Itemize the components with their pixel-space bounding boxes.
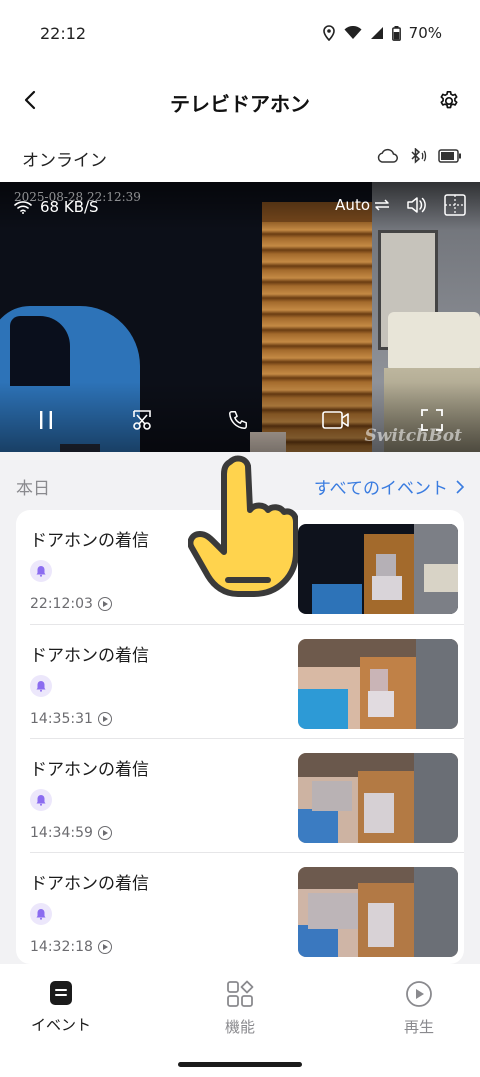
device-status-row: オンライン bbox=[0, 132, 480, 182]
app-bar: テレビドアホン bbox=[0, 70, 480, 132]
device-battery-icon bbox=[438, 149, 461, 163]
home-indicator[interactable] bbox=[178, 1062, 302, 1067]
call-button[interactable] bbox=[222, 404, 254, 436]
today-label: 本日 bbox=[16, 479, 50, 499]
bell-icon bbox=[36, 795, 46, 806]
event-badge bbox=[30, 903, 52, 925]
speaker-icon[interactable] bbox=[406, 195, 428, 215]
features-icon bbox=[227, 980, 254, 1007]
event-badge bbox=[30, 675, 52, 697]
event-time: 22:12:03 bbox=[30, 596, 112, 612]
event-title: ドアホンの着信 bbox=[30, 531, 149, 551]
gear-icon bbox=[440, 91, 458, 109]
speed-value: 68 KB/S bbox=[40, 198, 99, 216]
list-item[interactable]: ドアホンの着信 14:32:18 bbox=[16, 853, 464, 964]
battery-icon bbox=[391, 25, 401, 41]
live-video-view[interactable]: 2025-08-28 22:12:39 68 KB/S Auto SwitchB… bbox=[0, 182, 480, 452]
swap-arrows-icon bbox=[375, 199, 389, 211]
event-time-text: 14:32:18 bbox=[30, 939, 93, 955]
pause-icon bbox=[40, 411, 52, 429]
status-time: 22:12 bbox=[40, 24, 87, 43]
play-mini-icon bbox=[97, 940, 112, 954]
play-mini-icon bbox=[97, 597, 112, 611]
event-badge bbox=[30, 560, 52, 582]
wifi-signal-icon bbox=[14, 201, 32, 214]
nav-playback-label: 再生 bbox=[403, 1018, 434, 1036]
event-thumbnail[interactable] bbox=[298, 753, 458, 843]
bell-icon bbox=[36, 909, 46, 920]
battery-percent: 70% bbox=[408, 24, 442, 42]
device-status-icons bbox=[376, 148, 462, 164]
nav-events-label: イベント bbox=[30, 1016, 91, 1034]
event-time-text: 22:12:03 bbox=[30, 596, 93, 612]
event-thumbnail[interactable] bbox=[298, 524, 458, 614]
pointing-hand-icon bbox=[187, 450, 299, 600]
all-events-link[interactable]: すべてのイベント bbox=[314, 474, 464, 499]
screenshot-button[interactable] bbox=[126, 404, 158, 436]
chevron-right-icon bbox=[456, 479, 464, 494]
bluetooth-icon bbox=[411, 148, 427, 164]
event-badge bbox=[30, 789, 52, 811]
play-mini-icon bbox=[97, 712, 112, 726]
settings-button[interactable] bbox=[432, 84, 466, 118]
pause-button[interactable] bbox=[30, 404, 62, 436]
location-icon bbox=[322, 25, 336, 41]
phone-icon bbox=[229, 411, 247, 429]
video-watermark: SwitchBot bbox=[364, 426, 463, 446]
video-speed: 68 KB/S bbox=[14, 198, 99, 216]
bell-icon bbox=[36, 566, 46, 577]
event-time: 14:34:59 bbox=[30, 825, 112, 841]
signal-icon bbox=[370, 26, 384, 40]
layout-grid-icon[interactable] bbox=[444, 194, 466, 216]
quality-auto-button[interactable]: Auto bbox=[335, 196, 390, 214]
quality-label: Auto bbox=[335, 196, 370, 214]
nav-features-label: 機能 bbox=[224, 1018, 255, 1036]
nav-playback[interactable]: 再生 bbox=[364, 980, 474, 1037]
play-mini-icon bbox=[97, 826, 112, 840]
event-title: ドアホンの着信 bbox=[30, 874, 149, 894]
video-scene-car-window bbox=[10, 316, 70, 386]
event-title: ドアホンの着信 bbox=[30, 646, 149, 666]
event-icon bbox=[50, 981, 72, 1005]
online-status: オンライン bbox=[22, 151, 107, 171]
record-button[interactable] bbox=[320, 404, 352, 436]
list-item[interactable]: ドアホンの着信 14:35:31 bbox=[16, 625, 464, 739]
video-scene-appliance-top bbox=[388, 312, 480, 372]
nav-events[interactable]: イベント bbox=[6, 980, 116, 1035]
bottom-navigation: イベント 機能 再生 bbox=[0, 964, 480, 1077]
video-camera-icon bbox=[322, 411, 349, 429]
status-icons: 70% bbox=[322, 24, 442, 42]
page-title: テレビドアホン bbox=[170, 92, 310, 116]
event-title: ドアホンの着信 bbox=[30, 760, 149, 780]
event-time: 14:32:18 bbox=[30, 939, 112, 955]
event-thumbnail[interactable] bbox=[298, 639, 458, 729]
wifi-icon bbox=[344, 26, 362, 40]
playback-icon bbox=[406, 981, 432, 1007]
status-bar: 22:12 70% bbox=[0, 0, 480, 70]
event-time-text: 14:34:59 bbox=[30, 825, 93, 841]
video-top-controls: Auto bbox=[335, 194, 466, 216]
all-events-label: すべてのイベント bbox=[313, 479, 448, 499]
event-time: 14:35:31 bbox=[30, 711, 112, 727]
scissors-icon bbox=[133, 410, 151, 430]
event-time-text: 14:35:31 bbox=[30, 711, 93, 727]
bell-icon bbox=[36, 681, 46, 692]
list-item[interactable]: ドアホンの着信 14:34:59 bbox=[16, 739, 464, 853]
nav-features[interactable]: 機能 bbox=[185, 980, 295, 1037]
cloud-icon bbox=[377, 148, 398, 163]
event-thumbnail[interactable] bbox=[298, 867, 458, 957]
